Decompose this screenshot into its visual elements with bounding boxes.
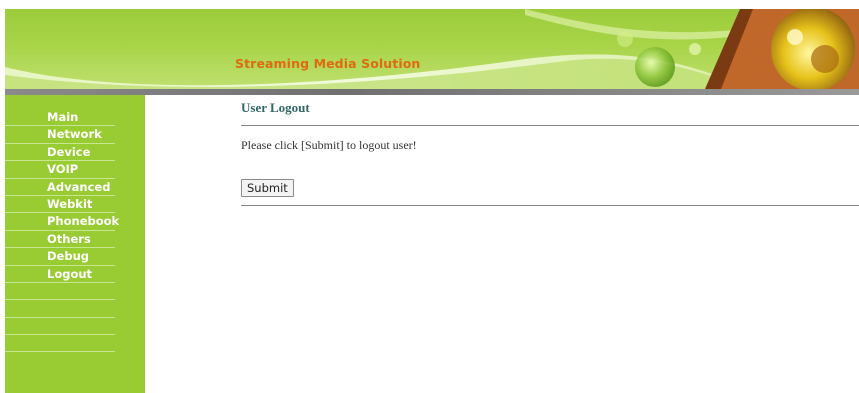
divider — [241, 205, 859, 206]
app-title: Streaming Media Solution — [235, 56, 421, 71]
page-title: User Logout — [241, 100, 310, 115]
sidebar-item-phonebook[interactable]: Phonebook — [5, 213, 119, 231]
sidebar-item-logout[interactable]: Logout — [5, 266, 115, 283]
sidebar-item-others[interactable]: Others — [5, 231, 115, 249]
sidebar-item-voip[interactable]: VOIP — [5, 161, 115, 179]
sidebar-spacer — [5, 335, 115, 353]
sidebar-item-device[interactable]: Device — [5, 144, 115, 162]
logout-message: Please click [Submit] to logout user! — [241, 138, 417, 152]
sidebar: Main Network Device VOIP Advanced Webkit… — [5, 95, 145, 393]
header-banner: Streaming Media Solution — [5, 9, 859, 89]
sidebar-spacer — [5, 283, 115, 301]
submit-button[interactable]: Submit — [241, 179, 294, 197]
sidebar-item-main[interactable]: Main — [5, 109, 115, 127]
sidebar-item-advanced[interactable]: Advanced — [5, 179, 115, 196]
sidebar-item-debug[interactable]: Debug — [5, 248, 115, 266]
sidebar-spacer — [5, 300, 115, 318]
sidebar-item-webkit[interactable]: Webkit — [5, 196, 115, 214]
divider — [241, 125, 859, 126]
sidebar-spacer — [5, 318, 115, 336]
sidebar-nav: Main Network Device VOIP Advanced Webkit… — [5, 109, 119, 353]
banner-artwork — [5, 9, 859, 89]
sidebar-item-network[interactable]: Network — [5, 126, 115, 144]
